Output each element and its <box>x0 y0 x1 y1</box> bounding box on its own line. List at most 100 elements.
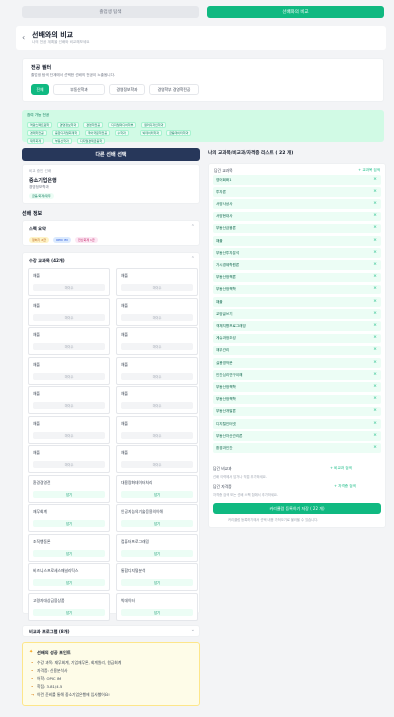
save-curriculum-button[interactable]: 커리큘럼 등록하기 저장 ( 22 개) <box>213 503 381 514</box>
course-status: 미이수 <box>33 313 105 321</box>
remove-icon[interactable]: × <box>373 250 377 255</box>
remove-icon[interactable]: × <box>373 433 377 438</box>
remove-icon[interactable]: × <box>373 445 377 450</box>
page-header: ‹ 선배와의 비교 나의 전공 계획을 선배와 비교해보세요 <box>16 26 386 50</box>
remove-icon[interactable]: × <box>373 201 377 206</box>
my-course-item: 교양글쓰기 × <box>213 309 381 319</box>
my-course-item: 게슈과정조성 × <box>213 333 381 344</box>
major-chip[interactable]: 경제학전공 <box>27 130 47 136</box>
chevron-up-icon[interactable]: ⌃ <box>191 256 195 262</box>
major-option-business[interactable]: 경영학부 경영학전공 <box>149 84 199 95</box>
add-course-button[interactable]: 담기 <box>33 579 105 586</box>
major-chip[interactable]: 컬러디자인학과 <box>141 122 167 128</box>
grade-icon: • <box>31 684 34 689</box>
add-course-button[interactable]: 담기 <box>121 608 193 616</box>
remove-icon[interactable]: × <box>373 177 377 182</box>
remove-icon[interactable]: × <box>373 262 377 267</box>
remove-icon[interactable]: × <box>373 335 377 340</box>
major-chip[interactable]: 디지털경제금융학 <box>77 138 106 144</box>
course-item: 채플 미이수 <box>28 415 110 444</box>
my-course-item: 인간심리연구이해 × <box>213 370 381 380</box>
course-status: 미이수 <box>33 402 105 409</box>
course-item: 채플 미이수 <box>116 327 198 355</box>
add-course-button[interactable]: 담기 <box>33 549 105 557</box>
tip-cert: 자격증: 신용분석사 <box>37 668 68 673</box>
course-item: 채플 미이수 <box>28 445 110 473</box>
remove-icon[interactable]: × <box>373 286 377 291</box>
back-icon[interactable]: ‹ <box>22 33 25 42</box>
course-item: 컴퓨터프로그래밍 담기 <box>116 533 198 562</box>
course-item: 채플 미이수 <box>28 386 110 414</box>
major-option-realestate[interactable]: 부동산학과 <box>53 84 105 95</box>
my-course-item: 투자론 × <box>213 187 381 197</box>
course-item: 조직행동론 담기 <box>28 533 110 562</box>
remove-icon[interactable]: × <box>373 384 377 389</box>
extra-search-link[interactable]: + 비교과 검색 <box>330 466 352 471</box>
course-item: 채플미이수 <box>28 297 110 326</box>
tab-graduate-search[interactable]: 졸업생 탐색 <box>22 6 199 18</box>
remove-icon[interactable]: × <box>373 225 377 230</box>
course-item: 빅데이터 담기 <box>116 592 198 621</box>
tab-senior-compare[interactable]: 선배와의 비교 <box>207 6 384 18</box>
add-course-button[interactable]: 담기 <box>121 520 193 527</box>
major-chip[interactable]: 역량스펙트럼학 <box>27 122 53 128</box>
course-name: 비즈니스프로세스매널리틱스 <box>33 568 79 573</box>
course-name: 채플 <box>33 273 40 278</box>
my-course-name: 객체지향프로그래밍 <box>216 323 246 328</box>
course-name: 인공지능의기술응용의이해 <box>121 509 163 514</box>
remove-icon[interactable]: × <box>373 347 377 352</box>
remove-icon[interactable]: × <box>373 408 377 413</box>
major-chip[interactable]: 융합디지털회계학 <box>52 130 81 136</box>
tips-title: 선배의 성공 포인트 <box>37 650 71 655</box>
add-course-button[interactable]: 담기 <box>33 608 105 616</box>
remove-icon[interactable]: × <box>373 274 377 279</box>
add-course-button[interactable]: 담기 <box>121 579 193 586</box>
tip-gpa: 학점: 3.81/4.5 <box>37 684 63 689</box>
add-course-button[interactable]: 담기 <box>121 490 193 498</box>
course-name: 채플 <box>33 302 40 308</box>
remove-icon[interactable]: × <box>373 372 377 377</box>
major-chip[interactable]: 경영정보학과 <box>56 122 80 128</box>
my-course-name: 부동산정책학 <box>216 397 236 402</box>
course-item: 통합디지털분석 담기 <box>116 563 198 591</box>
add-course-button[interactable]: 담기 <box>33 490 105 498</box>
major-chip[interactable]: 빅데이터학과 <box>139 130 163 136</box>
course-status: 미이수 <box>121 284 193 291</box>
add-course-button[interactable]: 담기 <box>121 549 193 557</box>
major-option-all[interactable]: 전체 <box>31 84 49 95</box>
chevron-up-icon[interactable]: ⌃ <box>191 224 195 230</box>
remove-icon[interactable]: × <box>373 323 377 328</box>
remove-icon[interactable]: × <box>373 311 377 316</box>
major-option-mis[interactable]: 경영정보학과 <box>109 84 145 95</box>
remove-icon[interactable]: × <box>373 238 377 243</box>
major-chip[interactable]: 디지털미디어학부 <box>108 122 137 128</box>
senior-card: 비교 중인 선배 중소기업은행 경영정보학과 금융/회계/재무 <box>22 164 200 204</box>
major-chip[interactable]: 경영학전공 <box>83 122 104 128</box>
remove-icon[interactable]: × <box>373 213 377 218</box>
my-course-name: 부동산정책론 <box>216 275 236 280</box>
my-course-name: 서양사상사 <box>216 201 233 206</box>
course-name: 채플 <box>121 450 128 455</box>
select-other-senior-button[interactable]: 다른 선배 선택 <box>22 148 200 161</box>
cert-search-link[interactable]: + 자격증 검색 <box>334 484 356 489</box>
course-name: 채플 <box>121 361 128 367</box>
my-course-item: 재무관리 × <box>213 345 381 356</box>
add-course-button[interactable]: 담기 <box>33 520 105 527</box>
remove-icon[interactable]: × <box>373 421 377 426</box>
remove-icon[interactable]: × <box>373 189 377 194</box>
major-chip[interactable]: 재무회계 <box>27 138 45 144</box>
remove-icon[interactable]: × <box>373 396 377 401</box>
major-chip[interactable]: 금융데이터학과 <box>166 130 192 136</box>
remove-icon[interactable]: × <box>373 360 377 365</box>
remove-icon[interactable]: × <box>373 299 377 304</box>
course-name: 채플 <box>121 302 128 308</box>
major-chip[interactable]: 국어국문학전공 <box>84 130 111 136</box>
my-course-item: 부동산정책학 × <box>213 284 381 295</box>
course-status: 미이수 <box>33 343 105 350</box>
chevron-down-icon[interactable]: ⌄ <box>191 627 195 633</box>
extra-empty-text: 선배 이력에서 담거나 직접 추가하세요. <box>213 475 267 479</box>
course-search-link[interactable]: + 교과목 검색 <box>358 168 380 173</box>
my-course-name: 재무관리 <box>216 348 230 353</box>
major-chip[interactable]: 수학과 <box>114 130 129 136</box>
major-chip[interactable]: 부동산학과 <box>52 138 72 144</box>
